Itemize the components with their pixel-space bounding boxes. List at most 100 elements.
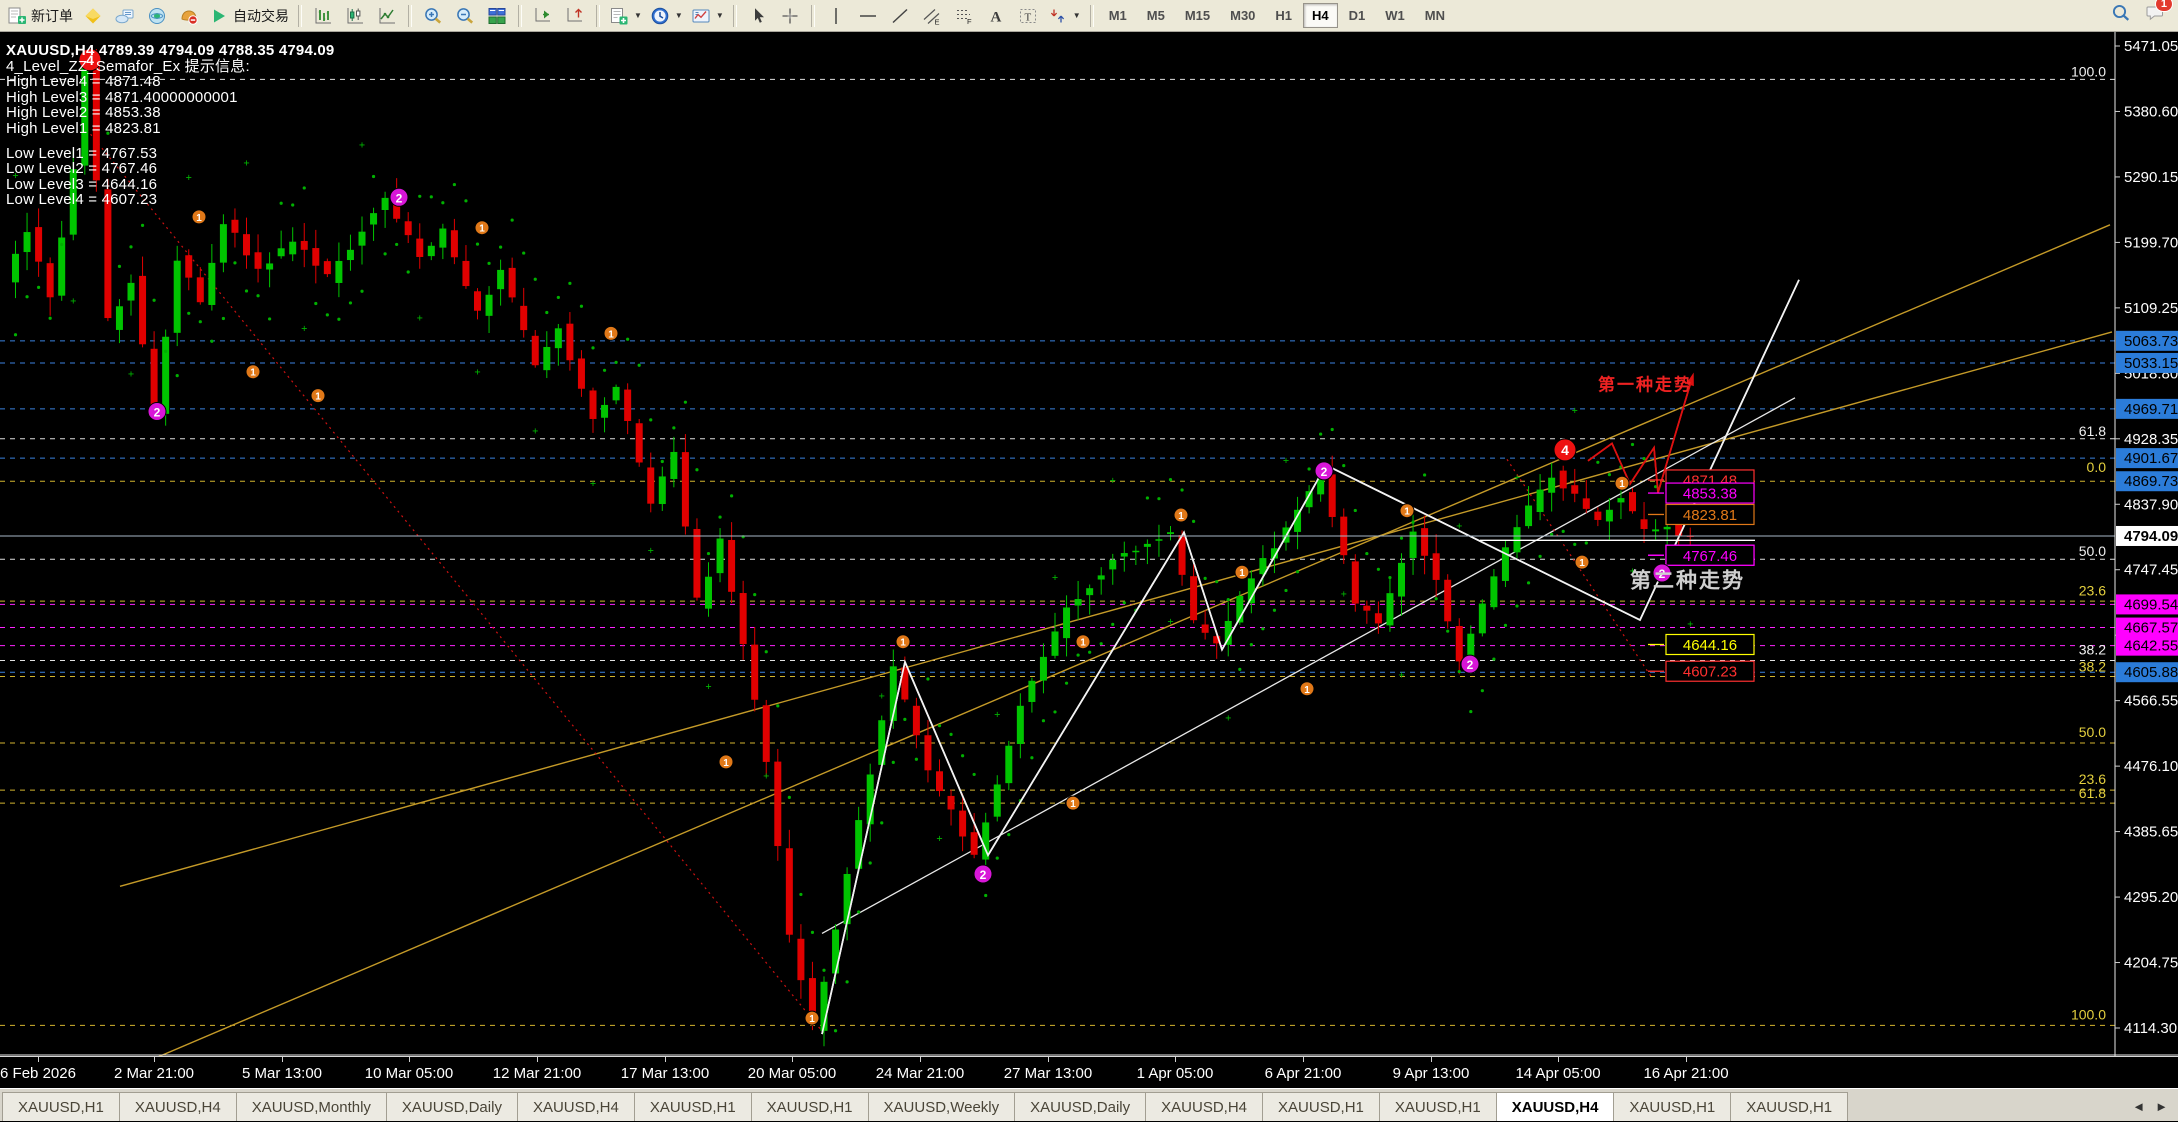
price-axis-tick: 4295.20	[2124, 889, 2178, 906]
timeframe-button-M1[interactable]: M1	[1100, 3, 1136, 28]
price-axis-tick: 5471.05	[2124, 38, 2178, 55]
timeframe-button-H4[interactable]: H4	[1303, 3, 1338, 28]
chart-tab-2[interactable]: XAUUSD,Monthly	[236, 1092, 387, 1121]
svg-text:+: +	[590, 478, 596, 489]
chart-tabs: XAUUSD,H1XAUUSD,H4XAUUSD,MonthlyXAUUSD,D…	[2, 1092, 2122, 1121]
time-axis-label: 27 Mar 13:00	[1004, 1065, 1092, 1082]
indicator-level-line: Low Level1 = 4767.53	[6, 146, 334, 162]
chart-tab-3[interactable]: XAUUSD,Daily	[386, 1092, 518, 1121]
horizontal-line-button[interactable]	[852, 2, 884, 30]
crosshair-button[interactable]	[774, 2, 806, 30]
text-label-button[interactable]: T	[1012, 2, 1044, 30]
cursor-button[interactable]	[742, 2, 774, 30]
chart-tab-6[interactable]: XAUUSD,H1	[751, 1092, 869, 1121]
svg-text:+: +	[879, 691, 885, 702]
templates-chart-icon	[691, 6, 711, 26]
search-button[interactable]	[2111, 3, 2131, 28]
time-axis-tick	[409, 1057, 410, 1062]
text-button[interactable]: A	[980, 2, 1012, 30]
toolbar-separator	[733, 5, 737, 27]
svg-text:+: +	[1110, 475, 1116, 486]
zoom-in-icon	[423, 6, 443, 26]
zoom-out-button[interactable]	[449, 2, 481, 30]
templates-chart-button[interactable]: ▼	[687, 2, 728, 30]
new-order-icon	[7, 6, 27, 26]
chart-tab-5[interactable]: XAUUSD,H1	[634, 1092, 752, 1121]
trend-line-button[interactable]	[884, 2, 916, 30]
periods-clock-button[interactable]: ▼	[646, 2, 687, 30]
search-icon	[2111, 3, 2131, 23]
fib-level-label: 50.0	[2079, 724, 2106, 740]
tile-windows-icon	[487, 6, 507, 26]
equidistant-channel-button[interactable]: E	[916, 2, 948, 30]
time-axis-tick	[792, 1057, 793, 1062]
timeframe-button-W1[interactable]: W1	[1376, 3, 1414, 28]
svg-text:1: 1	[315, 392, 321, 403]
fib-level-label: 38.2	[2079, 642, 2106, 658]
chat-button[interactable]: 1	[2145, 3, 2165, 28]
timeframe-button-M30[interactable]: M30	[1221, 3, 1264, 28]
timeframe-button-M15[interactable]: M15	[1176, 3, 1219, 28]
toolbar-right: 1	[2111, 3, 2175, 28]
price-level-badge: 4699.54	[2124, 596, 2178, 613]
notification-badge: 1	[2155, 0, 2173, 12]
vertical-line-icon	[826, 6, 846, 26]
price-axis-tick: 5109.25	[2124, 300, 2178, 317]
tab-scroll-right-button[interactable]: ►	[2155, 1099, 2168, 1114]
horizontal-line-icon	[858, 6, 878, 26]
metaquotes-diamond-button[interactable]	[77, 2, 109, 30]
chart-shift-button[interactable]	[559, 2, 591, 30]
arrows-button[interactable]: ▼	[1044, 2, 1085, 30]
auto-trading-button[interactable]: 自动交易	[205, 2, 293, 30]
chart-tab-9[interactable]: XAUUSD,H4	[1145, 1092, 1263, 1121]
tab-scroll-left-button[interactable]: ◄	[2132, 1099, 2145, 1114]
zoom-in-button[interactable]	[417, 2, 449, 30]
signals-globe-button[interactable]	[141, 2, 173, 30]
chart-tab-7[interactable]: XAUUSD,Weekly	[868, 1092, 1016, 1121]
timeframe-button-M5[interactable]: M5	[1138, 3, 1174, 28]
svg-text:+: +	[1167, 617, 1173, 628]
market-hat-button[interactable]	[173, 2, 205, 30]
chart-tab-4[interactable]: XAUUSD,H4	[517, 1092, 635, 1121]
arrows-icon	[1048, 6, 1068, 26]
chart-tab-12[interactable]: XAUUSD,H4	[1496, 1092, 1615, 1121]
svg-text:1: 1	[1080, 638, 1086, 649]
chart-info-overlay: XAUUSD,H4 4789.39 4794.09 4788.35 4794.0…	[6, 43, 334, 208]
timeframe-button-D1[interactable]: D1	[1340, 3, 1375, 28]
price-level-badge: 5063.73	[2124, 333, 2178, 350]
cursor-icon	[748, 6, 768, 26]
new-order-button[interactable]: 新订单	[3, 2, 77, 30]
fibonacci-button[interactable]: F	[948, 2, 980, 30]
chart-tab-8[interactable]: XAUUSD,Daily	[1014, 1092, 1146, 1121]
price-axis-tick: 4385.65	[2124, 824, 2178, 841]
time-axis-label: 1 Apr 05:00	[1137, 1065, 1214, 1082]
svg-text:1: 1	[1178, 511, 1184, 522]
fib-level-label: 100.0	[2071, 1006, 2106, 1022]
chart-tab-1[interactable]: XAUUSD,H4	[119, 1092, 237, 1121]
chart-tab-0[interactable]: XAUUSD,H1	[2, 1092, 120, 1121]
svg-text:4823.81: 4823.81	[1683, 507, 1737, 524]
auto-trading-label: 自动交易	[233, 6, 289, 26]
chart-tab-10[interactable]: XAUUSD,H1	[1262, 1092, 1380, 1121]
vertical-line-button[interactable]	[820, 2, 852, 30]
chart-tab-13[interactable]: XAUUSD,H1	[1613, 1092, 1731, 1121]
time-axis[interactable]: 6 Feb 20262 Mar 21:005 Mar 13:0010 Mar 0…	[0, 1056, 2178, 1088]
bar-chart-button[interactable]	[307, 2, 339, 30]
price-axis-tick: 4928.35	[2124, 431, 2178, 448]
chevron-down-icon: ▼	[675, 11, 683, 20]
candlestick-chart-button[interactable]	[339, 2, 371, 30]
chart-tab-14[interactable]: XAUUSD,H1	[1730, 1092, 1848, 1121]
new-chart-button[interactable]: ▼	[605, 2, 646, 30]
auto-scroll-button[interactable]	[527, 2, 559, 30]
timeframe-button-MN[interactable]: MN	[1416, 3, 1454, 28]
periods-clock-icon	[650, 6, 670, 26]
svg-text:4644.16: 4644.16	[1683, 637, 1737, 654]
timeframe-button-H1[interactable]: H1	[1266, 3, 1301, 28]
tile-windows-button[interactable]	[481, 2, 513, 30]
vps-cloud-button[interactable]	[109, 2, 141, 30]
time-axis-tick	[665, 1057, 666, 1062]
chart-tab-11[interactable]: XAUUSD,H1	[1379, 1092, 1497, 1121]
toolbar-separator	[408, 5, 412, 27]
chart-area[interactable]: ++++++++++++++++++++++++++++++4871.48485…	[0, 32, 2178, 1056]
line-chart-button[interactable]	[371, 2, 403, 30]
